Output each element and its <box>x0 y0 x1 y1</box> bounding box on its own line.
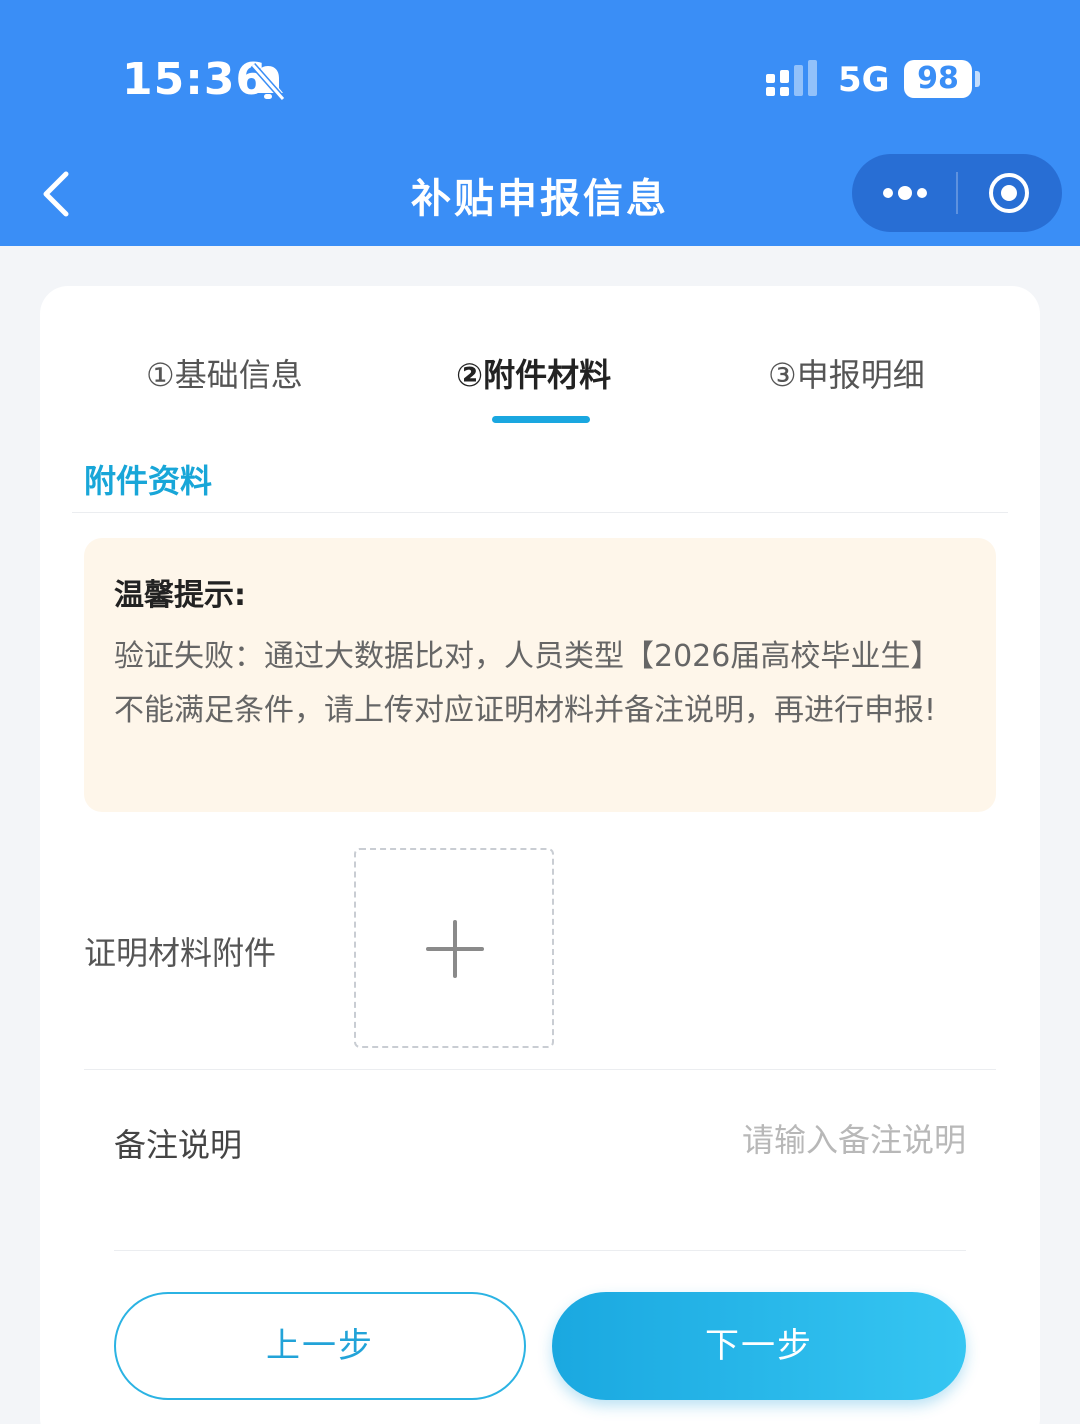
bell-muted-icon <box>250 63 286 101</box>
field-divider <box>84 1069 996 1070</box>
remark-divider <box>114 1250 966 1251</box>
tab-application-details[interactable]: ③申报明细 <box>768 350 925 396</box>
attachment-label: 证明材料附件 <box>84 934 277 972</box>
top-bar: 15:36 5G 98 补贴申报信息 <box>0 0 1080 246</box>
capsule-divider <box>956 172 958 214</box>
mini-program-capsule <box>852 154 1062 232</box>
close-target-icon[interactable] <box>986 170 1032 216</box>
section-title: 附件资料 <box>84 462 213 500</box>
remark-input[interactable] <box>600 1116 966 1164</box>
notice-box: 温馨提示: 验证失败：通过大数据比对，人员类型【2026届高校毕业生】不能满足条… <box>84 538 996 812</box>
status-time: 15:36 <box>122 54 268 105</box>
active-tab-indicator <box>492 416 590 423</box>
previous-step-button[interactable]: 上一步 <box>114 1292 526 1400</box>
network-type: 5G <box>838 60 890 100</box>
tab-attachments[interactable]: ②附件材料 <box>456 350 611 396</box>
tab-basic-info[interactable]: ①基础信息 <box>146 350 303 396</box>
notice-title: 温馨提示: <box>114 578 246 613</box>
remark-label: 备注说明 <box>114 1126 243 1164</box>
notice-body: 验证失败：通过大数据比对，人员类型【2026届高校毕业生】不能满足条件，请上传对… <box>114 639 941 728</box>
section-divider <box>72 512 1008 513</box>
signal-icon <box>766 60 817 96</box>
battery-tip <box>975 71 980 87</box>
next-step-button[interactable]: 下一步 <box>552 1292 966 1400</box>
battery-level: 98 <box>904 60 972 98</box>
upload-button[interactable] <box>354 848 554 1048</box>
more-icon[interactable] <box>880 178 930 208</box>
plus-icon <box>426 920 484 978</box>
